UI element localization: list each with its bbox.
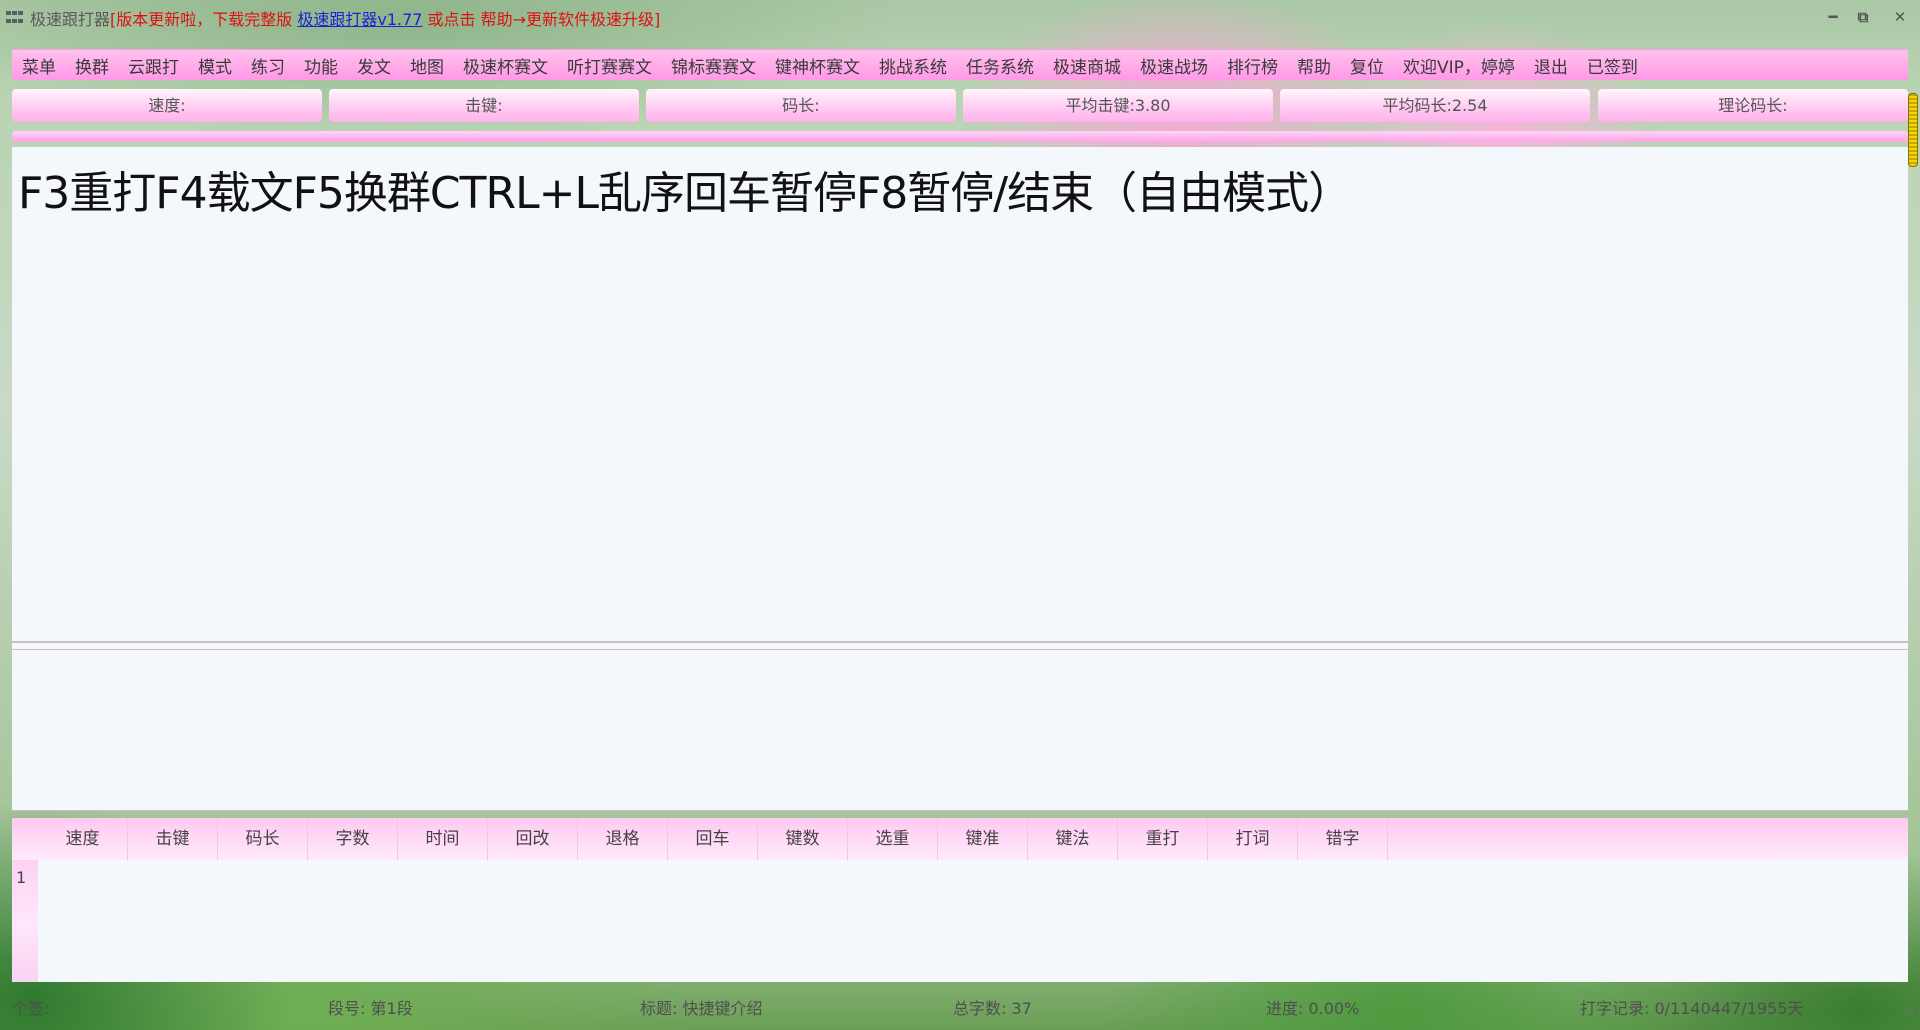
column-header[interactable]: 打词 [1208,818,1298,860]
column-header[interactable]: 速度 [38,818,128,860]
row-number[interactable]: 1 [16,868,26,887]
menu-item-championship[interactable]: 锦标赛赛文 [671,53,756,78]
menu-item-challenge[interactable]: 挑战系统 [879,53,947,78]
article-display: F3重打F4载文F5换群CTRL+L乱序回车暂停F8暂停/结束（自由模式） [12,147,1908,642]
article-text: F3重打F4载文F5换群CTRL+L乱序回车暂停F8暂停/结束（自由模式） [18,168,1352,219]
menu-item-map[interactable]: 地图 [410,53,444,78]
column-header[interactable]: 键数 [758,818,848,860]
minimize-icon[interactable]: ━ [1822,8,1844,26]
menu-item-store[interactable]: 极速商城 [1053,53,1121,78]
column-header[interactable]: 回改 [488,818,578,860]
menu-item-welcome-vip[interactable]: 欢迎VIP，婷婷 [1403,53,1515,78]
column-header[interactable]: 码长 [218,818,308,860]
menu-item-menu[interactable]: 菜单 [22,53,56,78]
menu-item-battlefield[interactable]: 极速战场 [1140,53,1208,78]
menu-item-exit[interactable]: 退出 [1534,53,1568,78]
column-header[interactable]: 退格 [578,818,668,860]
typing-input[interactable] [12,650,1908,811]
status-title: 标题: 快捷键介绍 [640,999,763,1018]
column-header[interactable]: 回车 [668,818,758,860]
title-bar: 极速跟打器[版本更新啦，下载完整版 极速跟打器v1.77 或点击 帮助→更新软件… [0,0,1920,36]
stats-bar: 速度: 击键: 码长: 平均击键:3.80 平均码长:2.54 理论码长: [12,89,1908,122]
stat-speed: 速度: [12,89,322,122]
resize-grip-icon[interactable] [1904,1006,1914,1016]
menu-item-functions[interactable]: 功能 [304,53,338,78]
divider [12,643,1908,650]
column-header[interactable]: 时间 [398,818,488,860]
column-header[interactable]: 错字 [1298,818,1388,860]
results-table: 速度 击键 码长 字数 时间 回改 退格 回车 键数 选重 键准 键法 重打 打… [12,818,1908,982]
status-signature: 个签: [12,999,50,1018]
column-header[interactable]: 选重 [848,818,938,860]
column-header[interactable]: 字数 [308,818,398,860]
column-header[interactable]: 击键 [128,818,218,860]
column-header[interactable]: 键法 [1028,818,1118,860]
menu-bar: 菜单 换群 云跟打 模式 练习 功能 发文 地图 极速杯赛文 听打赛赛文 锦标赛… [12,49,1908,80]
menu-item-leaderboard[interactable]: 排行榜 [1227,53,1278,78]
column-header[interactable]: 重打 [1118,818,1208,860]
column-header[interactable]: 键准 [938,818,1028,860]
menu-item-reset[interactable]: 复位 [1350,53,1384,78]
progress-strip [12,131,1908,142]
menu-item-send-text[interactable]: 发文 [357,53,391,78]
status-segment: 段号: 第1段 [328,999,413,1018]
menu-item-key-god-cup[interactable]: 键神杯赛文 [775,53,860,78]
menu-item-mode[interactable]: 模式 [198,53,232,78]
update-notice-prefix: [版本更新啦，下载完整版 [110,10,298,29]
menu-item-signed-in[interactable]: 已签到 [1587,53,1638,78]
menu-item-tasks[interactable]: 任务系统 [966,53,1034,78]
update-notice-suffix: 或点击 帮助→更新软件极速升级] [422,10,661,29]
menu-item-listen-contest[interactable]: 听打赛赛文 [567,53,652,78]
stat-keystroke: 击键: [329,89,639,122]
restore-icon[interactable]: ⧉ [1852,8,1874,26]
stat-code-length: 码长: [646,89,956,122]
status-total-chars: 总字数: 37 [953,999,1032,1018]
stat-theory-code-length: 理论码长: [1598,89,1908,122]
window-title: 极速跟打器[版本更新啦，下载完整版 极速跟打器v1.77 或点击 帮助→更新软件… [30,6,660,30]
app-menu-icon[interactable] [6,11,24,25]
status-typing-record: 打字记录: 0/1140447/1955天 [1580,999,1804,1018]
app-name: 极速跟打器 [30,10,111,29]
close-icon[interactable]: ✕ [1889,8,1911,26]
menu-item-help[interactable]: 帮助 [1297,53,1331,78]
stat-avg-keystroke: 平均击键:3.80 [963,89,1273,122]
menu-item-practice[interactable]: 练习 [251,53,285,78]
menu-item-switch-group[interactable]: 换群 [75,53,109,78]
status-progress: 进度: 0.00% [1266,999,1360,1018]
status-bar: 个签: 段号: 第1段 标题: 快捷键介绍 总字数: 37 进度: 0.00% … [0,992,1920,1022]
results-table-header: 速度 击键 码长 字数 时间 回改 退格 回车 键数 选重 键准 键法 重打 打… [12,818,1908,860]
menu-item-speed-cup[interactable]: 极速杯赛文 [463,53,548,78]
stat-avg-code-length: 平均码长:2.54 [1280,89,1590,122]
download-link[interactable]: 极速跟打器v1.77 [297,10,422,29]
vertical-scrollbar[interactable] [1908,93,1918,167]
menu-item-cloud-typing[interactable]: 云跟打 [128,53,179,78]
